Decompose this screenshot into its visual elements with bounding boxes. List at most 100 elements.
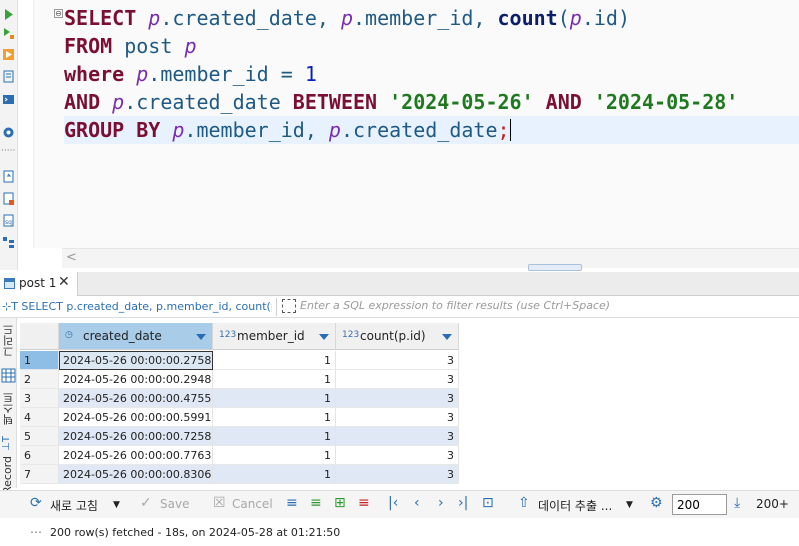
load-script-icon[interactable] [2,170,15,183]
column-header-count[interactable]: 123 count(p.id) [336,323,459,350]
expand-filter-icon[interactable] [282,299,296,313]
table-row[interactable]: 4 2024-05-26 00:00:00.599134 1 3 [20,408,799,427]
edit-row-icon[interactable]: ≡ [286,495,298,511]
last-page-icon[interactable]: ›| [458,495,468,511]
export-icon[interactable]: ⇧ [518,495,530,511]
cell-created-date[interactable]: 2024-05-26 00:00:00.599134 [59,408,213,427]
cell-member-id[interactable]: 1 [213,465,336,484]
column-header-created-date[interactable]: ◷ created_date [59,323,213,350]
tab-close-icon[interactable]: ✕ [58,274,70,290]
cell-created-date[interactable]: 2024-05-26 00:00:00.294801 [59,370,213,389]
copy-row-icon[interactable]: ⊞ [334,495,346,511]
cell-count[interactable]: 3 [336,389,459,408]
cell-created-date[interactable]: 2024-05-26 00:00:00.725857 [59,427,213,446]
row-number[interactable]: 6 [20,446,59,465]
cell-created-date[interactable]: 2024-05-26 00:00:00.776315 [59,446,213,465]
code-line-5[interactable]: GROUP BY p.member_id, p.created_date; [64,116,511,144]
add-row-icon[interactable]: ≡ [310,495,322,511]
grid-view-tab[interactable]: 그리드 [1,324,17,357]
cell-created-date[interactable]: 2024-05-26 00:00:00.475597 [59,389,213,408]
cell-member-id[interactable]: 1 [213,427,336,446]
text-view-icon[interactable]: ⊥T [1,436,12,451]
table-row[interactable]: 6 2024-05-26 00:00:00.776315 1 3 [20,446,799,465]
export-script-icon[interactable]: sql [2,214,15,227]
row-number[interactable]: 4 [20,408,59,427]
row-number[interactable]: 3 [20,389,59,408]
editor-horizontal-scrollbar[interactable]: < [62,248,799,268]
results-tab-bar: post 1 ✕ [0,272,799,296]
cell-count[interactable]: 3 [336,408,459,427]
execute-script-icon[interactable] [2,48,15,61]
sql-token: p [112,90,125,114]
fetch-settings-gear-icon[interactable]: ⚙ [650,495,663,511]
results-grid[interactable]: ◷ created_date 123 member_id 123 count(p… [20,323,799,485]
cell-member-id[interactable]: 1 [213,370,336,389]
code-line-4[interactable]: AND p.created_date BETWEEN '2024-05-26' … [64,88,738,116]
fetch-more-button[interactable]: 200+ [756,497,789,511]
refresh-button[interactable]: 새로 고침 [50,497,98,514]
cell-member-id[interactable]: 1 [213,408,336,427]
first-page-icon[interactable]: |‹ [388,495,398,511]
sql-editor[interactable]: ⊖ SELECT p.created_date, p.member_id, co… [33,0,799,248]
tab-post-1[interactable]: post 1 ✕ [0,272,78,296]
cell-count[interactable]: 3 [336,370,459,389]
row-number[interactable]: 2 [20,370,59,389]
sql-token: '2024-05-28' [593,90,739,114]
settings-gear-icon[interactable] [2,126,15,139]
sort-dropdown-icon[interactable] [196,334,206,340]
row-number[interactable]: 5 [20,427,59,446]
next-page-icon[interactable]: › [438,495,444,511]
filter-expression-input[interactable]: Enter a SQL expression to filter results… [300,299,610,312]
refresh-dropdown-icon[interactable]: ▼ [113,500,120,510]
text-view-tab[interactable]: 텍스트 [1,392,17,425]
previous-page-icon[interactable]: ‹ [414,495,420,511]
outline-icon[interactable] [2,236,15,249]
fold-toggle-icon[interactable]: ⊖ [54,9,63,18]
explain-plan-icon[interactable] [2,70,15,83]
row-number[interactable]: 1 [20,351,59,370]
execute-statement-icon[interactable] [2,8,15,21]
cell-count[interactable]: 3 [336,446,459,465]
sort-dropdown-icon[interactable] [319,334,329,340]
cell-count[interactable]: 3 [336,351,459,370]
cell-created-date[interactable]: 2024-05-26 00:00:00.275858 [59,351,213,370]
table-row[interactable]: 1 2024-05-26 00:00:00.275858 1 3 [20,351,799,370]
console-icon[interactable] [2,93,15,106]
table-row[interactable]: 7 2024-05-26 00:00:00.830654 1 3 [20,465,799,484]
code-line-2[interactable]: FROM post p [64,32,196,60]
cell-count[interactable]: 3 [336,465,459,484]
scroll-left-arrow-icon[interactable]: < [66,250,77,265]
execute-in-new-tab-icon[interactable] [2,27,15,40]
fetch-size-input[interactable] [672,494,727,515]
table-row[interactable]: 2 2024-05-26 00:00:00.294801 1 3 [20,370,799,389]
save-script-icon[interactable] [2,192,15,205]
datetime-type-icon: ◷ [65,330,73,340]
filter-query-text[interactable]: ⊹T SELECT p.created_date, p.member_id, c… [2,300,272,313]
sql-token: .member_id = [148,62,305,86]
export-dropdown-icon[interactable]: ▼ [626,500,633,510]
sort-dropdown-icon[interactable] [442,334,452,340]
panel-splitter-handle[interactable] [528,264,582,271]
save-button[interactable]: Save [160,497,189,511]
cell-member-id[interactable]: 1 [213,446,336,465]
record-view-tab[interactable]: Record [1,456,14,494]
save-check-icon: ✓ [140,495,152,511]
export-data-button[interactable]: 데이터 추출 ... [538,497,612,514]
cell-member-id[interactable]: 1 [213,389,336,408]
code-line-1[interactable]: SELECT p.created_date, p.member_id, coun… [64,4,630,32]
delete-row-icon[interactable]: ≡ [358,495,370,511]
cell-member-id[interactable]: 1 [213,351,336,370]
grid-view-icon[interactable] [1,368,16,383]
cell-created-date[interactable]: 2024-05-26 00:00:00.830654 [59,465,213,484]
table-row[interactable]: 5 2024-05-26 00:00:00.725857 1 3 [20,427,799,446]
cell-count[interactable]: 3 [336,427,459,446]
code-line-3[interactable]: where p.member_id = 1 [64,60,317,88]
refresh-icon[interactable]: ⟳ [30,495,42,511]
column-header-member-id[interactable]: 123 member_id [213,323,336,350]
table-row[interactable]: 3 2024-05-26 00:00:00.475597 1 3 [20,389,799,408]
cancel-button[interactable]: Cancel [232,497,273,511]
status-menu-icon[interactable]: ⋯ [30,525,42,539]
fetch-all-icon[interactable]: ⊡ [482,495,494,511]
fetch-more-icon[interactable]: ⤓ [734,495,740,511]
row-number[interactable]: 7 [20,465,59,484]
